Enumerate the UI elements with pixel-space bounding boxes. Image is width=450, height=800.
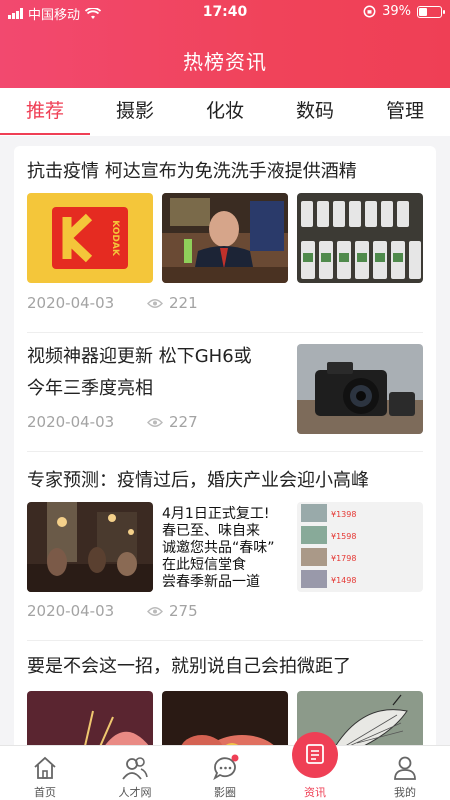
poster-line: 在此短信堂食 bbox=[162, 557, 246, 573]
page-title: 热榜资讯 bbox=[183, 50, 267, 74]
poster-line: 尝春季新品一道 bbox=[162, 574, 260, 590]
list-price: ¥1398 bbox=[331, 510, 357, 519]
tabbar-item-talent[interactable]: 人才网 bbox=[90, 746, 180, 800]
list-item[interactable]: 抗击疫情 柯达宣布为免洗洗手液提供酒精 KODAK 2020-04-03 221 bbox=[14, 146, 436, 332]
view-count: 227 bbox=[147, 413, 198, 431]
list-price: ¥1598 bbox=[331, 532, 357, 541]
article-thumbnail: KODAK bbox=[27, 193, 153, 283]
eye-icon bbox=[147, 298, 163, 308]
category-tabs: 推荐 摄影 化妆 数码 管理 bbox=[0, 88, 450, 136]
tab-management[interactable]: 管理 bbox=[360, 96, 450, 136]
news-icon bbox=[306, 744, 324, 764]
tabbar-item-profile[interactable]: 我的 bbox=[360, 746, 450, 800]
kodak-logo-text: KODAK bbox=[110, 220, 120, 257]
poster-line: 4月1日正式复工! bbox=[162, 506, 270, 522]
article-title: 要是不会这一招，就别说自己会拍微距了 bbox=[27, 656, 351, 677]
bottom-tab-bar: 首页 人才网 影圈 资讯 我的 bbox=[0, 732, 450, 800]
app-header: 中国移动 17:40 39% 热榜资讯 bbox=[0, 0, 450, 88]
poster-line: 诚邀您共品“春味” bbox=[162, 540, 275, 556]
poster-line: 春已至、味自来 bbox=[162, 523, 260, 539]
tabbar-label: 首页 bbox=[34, 786, 56, 799]
article-title-line-2: 今年三季度亮相 bbox=[27, 378, 153, 399]
list-price: ¥1798 bbox=[331, 554, 357, 563]
tab-makeup[interactable]: 化妆 bbox=[180, 96, 270, 136]
rotation-lock-icon bbox=[363, 5, 376, 18]
active-tab-indicator bbox=[0, 133, 90, 135]
article-thumbnail bbox=[162, 193, 288, 283]
view-count-value: 275 bbox=[169, 602, 198, 620]
chat-icon bbox=[213, 754, 239, 781]
article-thumbnail bbox=[297, 344, 423, 434]
article-thumbnail: 4月1日正式复工! 春已至、味自来 诚邀您共品“春味” 在此短信堂食 尝春季新品… bbox=[162, 502, 288, 592]
tab-digital[interactable]: 数码 bbox=[270, 96, 360, 136]
article-date: 2020-04-03 bbox=[27, 413, 115, 431]
view-count-value: 227 bbox=[169, 413, 198, 431]
tabbar-item-home[interactable]: 首页 bbox=[0, 746, 90, 800]
tabbar-label: 人才网 bbox=[118, 786, 152, 799]
eye-icon bbox=[147, 606, 163, 616]
profile-icon bbox=[394, 756, 416, 780]
battery-icon bbox=[417, 5, 445, 18]
article-title: 抗击疫情 柯达宣布为免洗洗手液提供酒精 bbox=[27, 161, 357, 182]
view-count-value: 221 bbox=[169, 294, 198, 312]
article-thumbnail bbox=[297, 193, 423, 283]
battery-percent: 39% bbox=[382, 4, 411, 19]
status-bar: 中国移动 17:40 39% bbox=[0, 0, 450, 24]
list-price: ¥1498 bbox=[331, 576, 357, 585]
article-thumbnail bbox=[27, 502, 153, 592]
list-item[interactable]: 视频神器迎更新 松下GH6或 今年三季度亮相 2020-04-03 227 bbox=[14, 333, 436, 451]
view-count: 275 bbox=[147, 602, 198, 620]
view-count: 221 bbox=[147, 294, 198, 312]
list-item[interactable]: 专家预测：疫情过后，婚庆产业会迎小高峰 4月1日正式复工! 春已至、味自来 诚邀… bbox=[14, 452, 436, 640]
tab-photography[interactable]: 摄影 bbox=[90, 96, 180, 136]
article-date: 2020-04-03 bbox=[27, 294, 115, 312]
tabbar-label: 资讯 bbox=[304, 786, 326, 799]
article-date: 2020-04-03 bbox=[27, 602, 115, 620]
tabbar-label: 我的 bbox=[394, 786, 416, 799]
article-title-line-1: 视频神器迎更新 松下GH6或 bbox=[27, 346, 252, 367]
article-title: 专家预测：疫情过后，婚庆产业会迎小高峰 bbox=[27, 470, 369, 491]
home-icon bbox=[34, 756, 56, 779]
tabbar-label: 影圈 bbox=[214, 786, 236, 799]
article-thumbnail: ¥1398 ¥1598 ¥1798 ¥1498 bbox=[297, 502, 423, 592]
tabbar-item-news[interactable]: 资讯 bbox=[270, 732, 360, 800]
people-icon bbox=[122, 757, 148, 780]
tab-recommend[interactable]: 推荐 bbox=[0, 96, 90, 136]
tabbar-item-circle[interactable]: 影圈 bbox=[180, 746, 270, 800]
eye-icon bbox=[147, 417, 163, 427]
article-list: 抗击疫情 柯达宣布为免洗洗手液提供酒精 KODAK 2020-04-03 221… bbox=[14, 146, 436, 766]
